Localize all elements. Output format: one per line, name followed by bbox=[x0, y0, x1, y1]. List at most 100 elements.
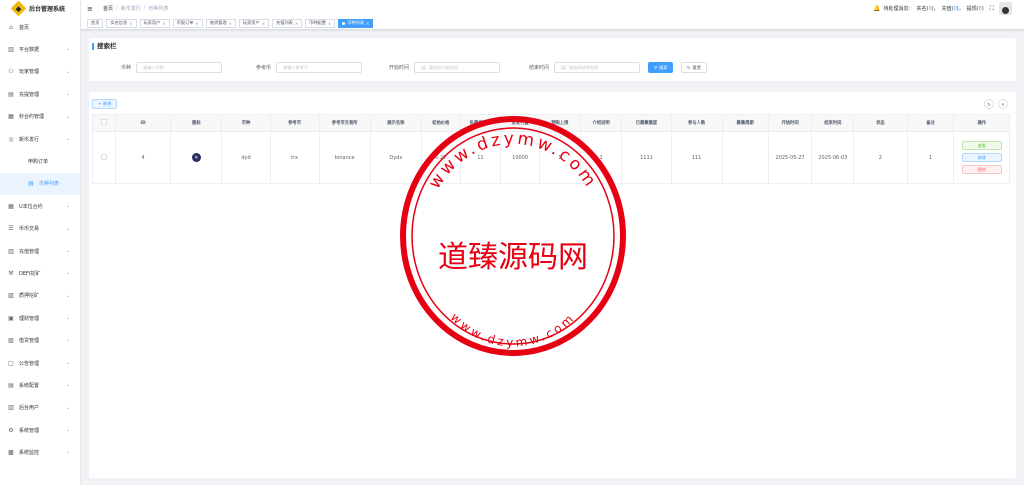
add-button[interactable]: + 新增 bbox=[92, 99, 118, 109]
column-header: 状态 bbox=[853, 114, 908, 132]
close-icon[interactable]: × bbox=[328, 21, 331, 26]
field-start: 开始时间 ▤ 请选择开始时间 bbox=[389, 62, 501, 73]
column-header: 预购上限 bbox=[538, 114, 581, 132]
sidebar-item-label: 系统监控 bbox=[19, 450, 40, 457]
sidebar-item-7[interactable]: ▤ 币种列表 bbox=[0, 172, 80, 196]
sidebar-item-19[interactable]: ▩ 系统监控 ⌄ bbox=[0, 441, 80, 463]
close-icon[interactable]: × bbox=[295, 21, 298, 26]
search-button[interactable]: ⚲ 搜索 bbox=[648, 62, 674, 73]
tag-label: 充值列表 bbox=[276, 20, 293, 25]
tag-2[interactable]: 玩家用户 × bbox=[139, 18, 170, 28]
view-button[interactable]: 查看 bbox=[961, 141, 1002, 150]
refresh-icon: ↻ bbox=[687, 65, 691, 70]
grid-icon: ▦ bbox=[8, 202, 14, 210]
column-header: 私募发行量 bbox=[459, 114, 502, 132]
sidebar-item-label: 系统配置 bbox=[19, 382, 40, 389]
sidebar-item-6[interactable]: 申购订单 bbox=[0, 150, 80, 172]
user-icon: ⚇ bbox=[8, 68, 14, 76]
cell-ops: 查看 修改 删除 bbox=[953, 131, 1010, 184]
tag-5[interactable]: 玩家资产 × bbox=[238, 18, 270, 28]
tag-1[interactable]: 实名信息 × bbox=[106, 18, 137, 28]
table-row: 4 ✕ dyd trx binance Dydx 0.27 11 10000 1… bbox=[92, 131, 1010, 184]
end-time-picker[interactable]: ▤ 请选择结束时间 bbox=[554, 62, 641, 73]
chart-icon: ▥ bbox=[8, 46, 14, 54]
sidebar-item-14[interactable]: ▧ 借贷管理 ⌄ bbox=[0, 329, 80, 351]
close-icon[interactable]: × bbox=[262, 21, 265, 26]
tag-7[interactable]: 币种配置 × bbox=[305, 18, 336, 28]
cell-ref: trx bbox=[269, 131, 320, 184]
edit-button[interactable]: 修改 bbox=[961, 153, 1002, 162]
sidebar-item-17[interactable]: ▥ 后台用户 ⌄ bbox=[0, 397, 80, 419]
notice-withdraw[interactable]: 提现(0) bbox=[967, 5, 984, 12]
refresh-icon[interactable]: ↻ bbox=[984, 99, 994, 109]
tag-0[interactable]: 首页 bbox=[87, 18, 104, 28]
tag-6[interactable]: 充值列表 × bbox=[272, 18, 303, 28]
sidebar-item-5[interactable]: ◎ 新币发行 ⌄ bbox=[0, 128, 80, 150]
sidebar-item-label: 理财管理 bbox=[19, 315, 40, 322]
column-header: 开始时间 bbox=[767, 114, 813, 132]
column-header: 参考币交易所 bbox=[318, 114, 371, 132]
notice-deposit[interactable]: 充值(0)， bbox=[942, 5, 964, 12]
finance-icon: ▣ bbox=[8, 314, 14, 322]
sidebar-item-1[interactable]: ▥ 平台数据 ⌄ bbox=[0, 38, 80, 60]
column-header: 已募集额度 bbox=[621, 114, 672, 132]
brand: 后台管理系统 bbox=[0, 0, 80, 16]
sidebar-item-4[interactable]: ▦ 秒合约管理 ⌄ bbox=[0, 106, 80, 128]
notice-area: 🔔 待处理消息： 实名(0)， 充值(0)， 提现(0) ⛶ bbox=[873, 2, 1012, 15]
cell-end: 2025-06-03 bbox=[811, 131, 855, 184]
coin-input[interactable]: 请输入币种 bbox=[136, 62, 223, 73]
select-all-checkbox[interactable] bbox=[100, 119, 107, 125]
ref-coin-input[interactable]: 请输入参考币 bbox=[276, 62, 363, 73]
sidebar-item-16[interactable]: ▤ 系统配置 ⌄ bbox=[0, 374, 80, 396]
tag-4[interactable]: 借贷管理 × bbox=[205, 18, 236, 28]
breadcrumb-separator: / bbox=[143, 5, 146, 11]
sidebar-item-15[interactable]: □ 公告管理 ⌄ bbox=[0, 352, 80, 374]
delete-button[interactable]: 删除 bbox=[961, 165, 1002, 174]
close-icon[interactable]: × bbox=[195, 21, 198, 26]
tag-label: 玩家用户 bbox=[143, 20, 161, 25]
reset-button[interactable]: ↻ 重置 bbox=[681, 62, 707, 73]
sidebar-item-10[interactable]: ▥ 充值管理 ⌄ bbox=[0, 240, 80, 262]
sidebar-item-9[interactable]: ☰ 币币交易 ⌄ bbox=[0, 218, 80, 240]
close-icon[interactable]: × bbox=[129, 21, 132, 26]
column-header: 操作 bbox=[953, 114, 1010, 132]
stake-icon: ▨ bbox=[8, 292, 14, 300]
tag-label: 首页 bbox=[91, 20, 100, 25]
tag-3[interactable]: 币股订单 × bbox=[172, 18, 203, 28]
table-header-row: ID 图标 币种 参考币 参考币交易所 展示名称 初始价格 私募发行量 总发行量 预购上限 介绍说明… bbox=[92, 114, 1010, 132]
close-icon[interactable]: × bbox=[366, 21, 369, 26]
sidebar-item-11[interactable]: ⚒ DEFI挖矿 ⌄ bbox=[0, 262, 80, 284]
notice-realname[interactable]: 实名(0)， bbox=[917, 5, 939, 12]
fullscreen-icon[interactable]: ⛶ bbox=[990, 5, 994, 13]
sidebar-menu: ⌂ 首页 ▥ 平台数据 ⌄ ⚇ 玩家管理 ⌄ ▤ 充提管理 ⌄ ▦ 秒合约管理 ⌄ ◎ 新币发行 ⌄ 申购订单 ▤ 币… bbox=[0, 16, 80, 464]
chevron-down-icon: ⌄ bbox=[65, 359, 70, 366]
sidebar-item-8[interactable]: ▦ U本位合约 ⌄ bbox=[0, 195, 80, 217]
field-coin: 币种 请输入币种 bbox=[121, 62, 223, 73]
column-header: 结束时间 bbox=[811, 114, 855, 132]
sidebar-item-13[interactable]: ▣ 理财管理 ⌄ bbox=[0, 307, 80, 329]
hamburger-icon[interactable]: ≡ bbox=[87, 5, 94, 13]
sidebar: 后台管理系统 ⌂ 首页 ▥ 平台数据 ⌄ ⚇ 玩家管理 ⌄ ▤ 充提管理 ⌄ ▦ 秒合约管理 ⌄ ◎ 新币发行… bbox=[0, 0, 81, 485]
close-icon[interactable]: × bbox=[162, 21, 165, 26]
brand-title: 后台管理系统 bbox=[29, 5, 66, 13]
table-panel: + 新增 ↻ ⚲ ID 图标 币种 参考币 参考币交易所 展示名称 初始价格 私募发行量 总发行… bbox=[89, 92, 1016, 478]
sidebar-item-12[interactable]: ▨ 质押挖矿 ⌄ bbox=[0, 285, 80, 307]
tag-8[interactable]: 币种列表 × bbox=[338, 18, 374, 28]
chevron-down-icon: ⌄ bbox=[65, 135, 70, 142]
select-all-cell bbox=[92, 114, 116, 132]
chevron-down-icon: ⌄ bbox=[65, 113, 70, 120]
breadcrumb-item-home[interactable]: 首页 bbox=[103, 5, 113, 12]
avatar[interactable] bbox=[999, 2, 1012, 15]
sidebar-item-2[interactable]: ⚇ 玩家管理 ⌄ bbox=[0, 61, 80, 83]
sidebar-item-label: 公告管理 bbox=[19, 360, 40, 367]
sidebar-item-18[interactable]: ⚙ 系统管理 ⌄ bbox=[0, 419, 80, 441]
sidebar-item-0[interactable]: ⌂ 首页 bbox=[0, 16, 80, 38]
close-icon[interactable]: × bbox=[229, 21, 232, 26]
sidebar-item-label: 平台数据 bbox=[19, 47, 40, 54]
row-checkbox[interactable] bbox=[100, 153, 107, 160]
search-toggle-icon[interactable]: ⚲ bbox=[998, 99, 1008, 109]
bell-icon[interactable]: 🔔 bbox=[873, 5, 880, 12]
start-time-picker[interactable]: ▤ 请选择开始时间 bbox=[414, 62, 501, 73]
field-end: 结束时间 ▤ 请选择结束时间 bbox=[529, 62, 641, 73]
sidebar-item-3[interactable]: ▤ 充提管理 ⌄ bbox=[0, 83, 80, 105]
